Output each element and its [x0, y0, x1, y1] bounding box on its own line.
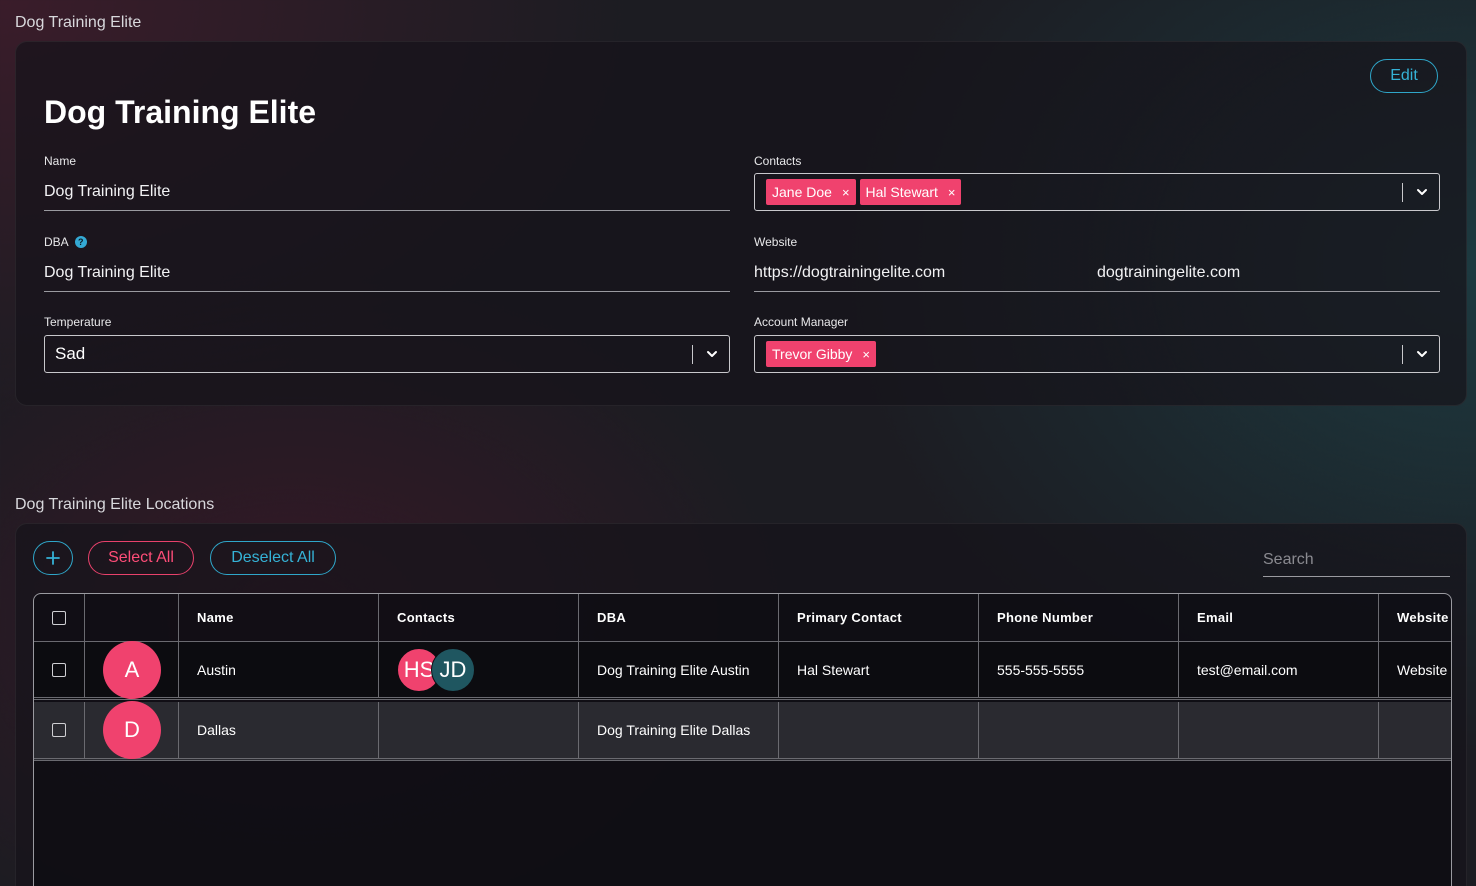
- table-row[interactable]: D Dallas Dog Training Elite Dallas: [34, 701, 1451, 761]
- website-field[interactable]: https://dogtrainingelite.com dogtraining…: [754, 254, 1440, 292]
- temperature-value: Sad: [55, 344, 86, 363]
- avatar-cell: A: [85, 640, 179, 699]
- account-manager-select[interactable]: Trevor Gibby ×: [754, 335, 1440, 373]
- column-header-contacts[interactable]: Contacts: [379, 594, 579, 641]
- avatar-cell: D: [85, 701, 179, 759]
- search-input[interactable]: Search: [1263, 544, 1450, 577]
- website-label-text: Website: [754, 235, 798, 249]
- website-url[interactable]: https://dogtrainingelite.com: [754, 264, 945, 282]
- row-checkbox-cell: [34, 702, 85, 758]
- account-manager-label-text: Account Manager: [754, 315, 849, 329]
- website-cell[interactable]: [1379, 702, 1451, 758]
- dba-label-text: DBA: [44, 235, 69, 249]
- primary-contact-cell: [779, 702, 979, 758]
- row-checkbox[interactable]: [52, 662, 66, 677]
- contact-avatar[interactable]: JD: [431, 647, 475, 692]
- website-label: Website: [754, 235, 797, 249]
- select-all-button[interactable]: Select All: [88, 541, 194, 575]
- contacts-label: Contacts: [754, 154, 801, 168]
- contact-chip[interactable]: Jane Doe ×: [766, 179, 856, 205]
- select-all-checkbox[interactable]: [52, 610, 66, 625]
- locations-section-label: Dog Training Elite Locations: [15, 496, 215, 513]
- dba-field[interactable]: Dog Training Elite: [44, 254, 730, 292]
- phone-cell: 555-555-5555: [979, 642, 1179, 697]
- account-card: Edit Dog Training Elite Name Dog Trainin…: [15, 41, 1467, 406]
- contacts-select[interactable]: Jane Doe × Hal Stewart ×: [754, 173, 1440, 211]
- edit-button[interactable]: Edit: [1370, 59, 1438, 93]
- name-field[interactable]: Dog Training Elite: [44, 173, 730, 211]
- temperature-select[interactable]: Sad: [44, 335, 730, 373]
- contact-chip-label: Jane Doe: [772, 184, 832, 200]
- chevron-down-icon[interactable]: [1415, 347, 1429, 361]
- contacts-cell: [379, 702, 579, 758]
- dba-cell: Dog Training Elite Dallas: [579, 702, 779, 758]
- account-manager-chip[interactable]: Trevor Gibby ×: [766, 341, 876, 367]
- select-divider: [1402, 345, 1403, 364]
- account-title: Dog Training Elite: [44, 94, 317, 130]
- temperature-label: Temperature: [44, 315, 111, 329]
- avatar: A: [103, 640, 161, 699]
- account-manager-chip-label: Trevor Gibby: [772, 346, 853, 362]
- remove-icon[interactable]: ×: [842, 185, 850, 200]
- contact-chip-label: Hal Stewart: [865, 184, 938, 200]
- name-label-text: Name: [44, 154, 77, 168]
- help-icon[interactable]: ?: [74, 236, 87, 248]
- table-header-row: Name Contacts DBA Primary Contact Phone …: [34, 594, 1451, 642]
- remove-icon[interactable]: ×: [948, 185, 956, 200]
- primary-contact-cell: Hal Stewart: [779, 642, 979, 697]
- header-avatar-cell: [85, 594, 179, 641]
- phone-cell: [979, 702, 1179, 758]
- column-header-primary-contact[interactable]: Primary Contact: [779, 594, 979, 641]
- location-name: Austin: [179, 642, 379, 697]
- contacts-label-text: Contacts: [754, 154, 802, 168]
- add-location-button[interactable]: [33, 541, 73, 575]
- contacts-cell: HS JD: [379, 642, 579, 697]
- chevron-down-icon[interactable]: [1415, 185, 1429, 199]
- column-header-email[interactable]: Email: [1179, 594, 1379, 641]
- deselect-all-button[interactable]: Deselect All: [210, 541, 336, 575]
- email-cell: test@email.com: [1179, 642, 1379, 697]
- chevron-down-icon[interactable]: [705, 347, 719, 361]
- column-header-website[interactable]: Website: [1379, 594, 1451, 641]
- locations-table: Name Contacts DBA Primary Contact Phone …: [33, 593, 1452, 886]
- select-divider: [1402, 183, 1403, 202]
- locations-card: Select All Deselect All Search Name Cont…: [15, 523, 1467, 886]
- account-section-label: Dog Training Elite: [15, 14, 142, 31]
- row-checkbox-cell: [34, 642, 85, 697]
- column-header-dba[interactable]: DBA: [579, 594, 779, 641]
- column-header-name[interactable]: Name: [179, 594, 379, 641]
- row-checkbox[interactable]: [52, 723, 66, 737]
- temperature-label-text: Temperature: [44, 315, 112, 329]
- name-label: Name: [44, 154, 76, 168]
- account-manager-label: Account Manager: [754, 315, 848, 329]
- plus-icon: [46, 551, 60, 565]
- dba-cell: Dog Training Elite Austin: [579, 642, 779, 697]
- header-checkbox-cell: [34, 594, 85, 641]
- contact-chip[interactable]: Hal Stewart ×: [859, 179, 962, 205]
- email-cell: [1179, 702, 1379, 758]
- website-link[interactable]: dogtrainingelite.com: [1097, 264, 1240, 282]
- avatar: D: [103, 701, 161, 759]
- remove-icon[interactable]: ×: [862, 347, 870, 362]
- website-cell[interactable]: Website: [1379, 642, 1451, 697]
- table-row[interactable]: A Austin HS JD Dog Training Elite Austin…: [34, 640, 1451, 700]
- location-name: Dallas: [179, 702, 379, 758]
- select-divider: [692, 345, 693, 364]
- dba-label: DBA ?: [44, 235, 87, 249]
- column-header-phone[interactable]: Phone Number: [979, 594, 1179, 641]
